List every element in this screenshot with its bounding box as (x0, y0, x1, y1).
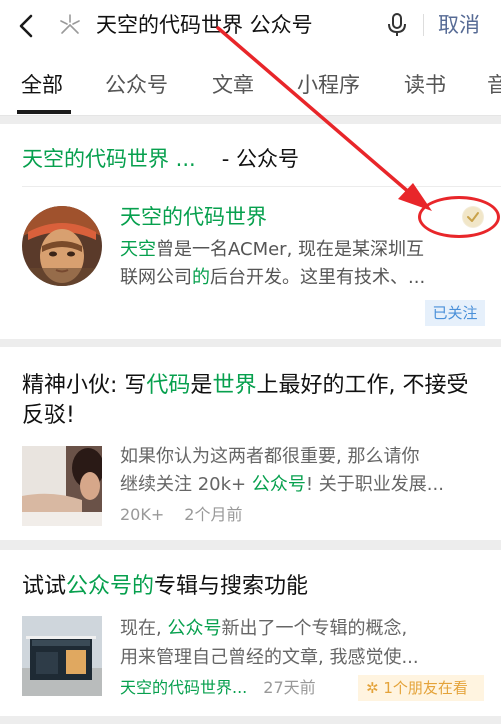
article-summary-line1: 如果你认为这两者都很重要, 那么请你 (120, 446, 420, 467)
article-summary-line1: 现在, 公众号新出了一个专辑的概念, (120, 618, 408, 639)
account-section-header: 天空的代码世界 ... - 公众号 (22, 147, 299, 171)
annotation-highlight-ellipse (418, 196, 500, 238)
article-meta: 天空的代码世界... 27天前 (120, 677, 316, 699)
tab-official-accounts[interactable]: 公众号 (105, 72, 168, 98)
publish-time: 27天前 (263, 678, 316, 697)
article-summary-line2: 用来管理自己曾经的文章, 我感觉使... (120, 647, 419, 668)
back-icon[interactable] (14, 12, 40, 40)
cancel-button[interactable]: 取消 (438, 12, 480, 38)
tab-music[interactable]: 音 (487, 72, 501, 98)
read-count: 20K+ (120, 505, 165, 524)
active-tab-indicator (17, 110, 71, 114)
tab-books[interactable]: 读书 (404, 72, 446, 98)
tab-articles[interactable]: 文章 (212, 72, 254, 98)
search-bar: 天空的代码世界 公众号 取消 (0, 0, 501, 52)
wechat-search-logo-icon (58, 13, 82, 37)
article-result-card[interactable]: 试试公众号的专辑与搜索功能 现在, 公众号新出了一个专辑的概念, 用来管理自己曾… (0, 550, 501, 716)
sparkle-icon: ✲ (366, 679, 379, 697)
article-meta: 20K+ 2个月前 (120, 504, 242, 526)
article-source[interactable]: 天空的代码世界... (120, 678, 247, 697)
friends-reading-badge[interactable]: ✲ 1个朋友在看 (358, 675, 484, 701)
account-result-card[interactable]: 天空的代码世界 ... - 公众号 天空的代码世界 天空曾是一名ACMer, 现在… (0, 124, 501, 339)
section-divider (22, 186, 501, 187)
publish-time: 2个月前 (184, 505, 243, 524)
account-description-line1: 天空曾是一名ACMer, 现在是某深圳互 (120, 239, 425, 260)
article-summary-line2: 继续关注 20k+ 公众号! 关于职业发展... (120, 474, 444, 495)
account-name[interactable]: 天空的代码世界 (120, 204, 267, 230)
article-thumbnail (22, 446, 102, 526)
tab-mini-programs[interactable]: 小程序 (297, 72, 360, 98)
microphone-icon[interactable] (386, 12, 408, 38)
account-avatar[interactable] (22, 206, 102, 286)
category-tabs: 全部 公众号 文章 小程序 读书 音 (0, 52, 501, 116)
article-result-card[interactable]: 精神小伙: 写代码是世界上最好的工作, 不接受反驳! 如果你认为这两者都很重要,… (0, 347, 501, 540)
tab-all[interactable]: 全部 (21, 72, 63, 98)
article-title[interactable]: 试试公众号的专辑与搜索功能 (22, 572, 308, 602)
account-description-line2: 联网公司的后台开发。这里有技术、... (120, 267, 426, 288)
article-title[interactable]: 精神小伙: 写代码是世界上最好的工作, 不接受反驳! (22, 371, 482, 431)
article-thumbnail (22, 616, 102, 696)
search-input[interactable]: 天空的代码世界 公众号 (96, 12, 313, 38)
followed-badge: 已关注 (425, 300, 485, 326)
search-divider (423, 14, 424, 36)
